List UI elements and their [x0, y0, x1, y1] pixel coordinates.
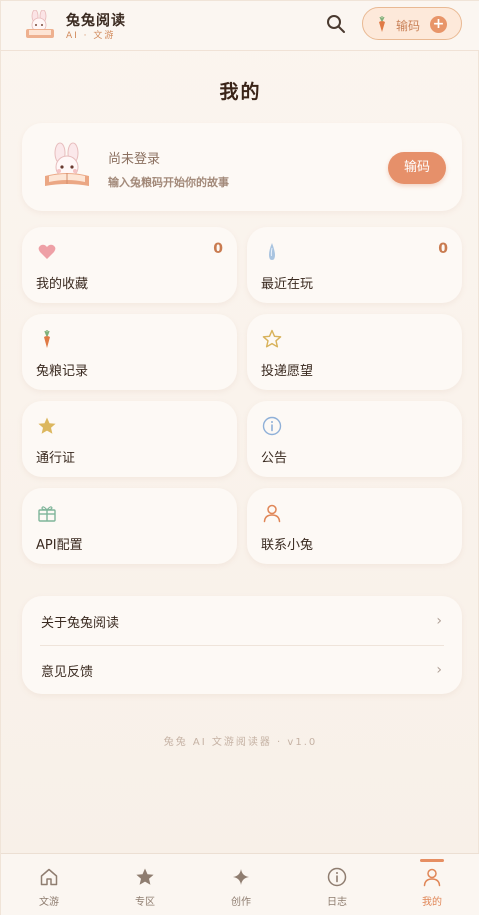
feedback-link[interactable]: 意见反馈 ›: [22, 645, 462, 694]
star-icon: [38, 417, 56, 434]
bunny-logo-icon: [26, 10, 54, 38]
sparkle-icon: [233, 869, 249, 885]
chevron-right-icon: ›: [436, 662, 442, 678]
header-code-label: 输码: [396, 19, 421, 33]
links-card: 关于兔兔阅读 › 意见反馈 ›: [22, 596, 462, 694]
plus-icon: +: [430, 16, 447, 33]
tile-label: 联系小兔: [261, 538, 314, 553]
carrot-icon: [44, 330, 50, 348]
tab-label: 我的: [422, 897, 442, 908]
tab-label: 创作: [231, 897, 251, 908]
app-header: 兔兔阅读 AI · 文游 输码 +: [1, 1, 479, 51]
app-subtitle: AI · 文游: [66, 31, 116, 41]
tile-pass[interactable]: 通行证: [22, 401, 237, 477]
tile-recent[interactable]: 0 最近在玩: [247, 227, 462, 303]
tab-label: 专区: [135, 897, 155, 908]
star-outline-icon: [262, 329, 282, 348]
info-icon: [262, 416, 282, 436]
home-icon: [40, 868, 58, 886]
tile-label: API配置: [36, 538, 83, 553]
tile-label: 通行证: [36, 451, 76, 466]
drop-icon: [269, 243, 275, 260]
app-name: 兔兔阅读: [66, 13, 126, 29]
tile-label: 最近在玩: [261, 277, 314, 292]
enter-code-button[interactable]: 输码: [388, 152, 446, 184]
gift-icon: [38, 506, 56, 522]
carrot-icon: [379, 16, 385, 32]
version-note: 兔兔 AI 文游阅读器 · v1.0: [163, 737, 318, 748]
star-icon: [136, 868, 154, 885]
page-title: 我的: [219, 81, 262, 103]
bottom-tab-bar: 文游 专区 创作 日志 我的: [1, 853, 479, 915]
recent-count: 0: [438, 241, 448, 257]
tab-rizhi[interactable]: 日志: [289, 854, 385, 915]
profile-name: 尚未登录: [108, 152, 161, 167]
favorites-count: 0: [213, 241, 223, 257]
tile-api-config[interactable]: API配置: [22, 488, 237, 564]
info-icon: [327, 867, 347, 887]
person-icon: [263, 504, 281, 523]
tile-label: 投递愿望: [261, 364, 314, 379]
chevron-right-icon: ›: [436, 613, 442, 629]
tab-wenyou[interactable]: 文游: [1, 854, 97, 915]
tile-label: 我的收藏: [36, 277, 89, 292]
tile-label: 公告: [261, 451, 288, 466]
heart-icon: [38, 244, 56, 259]
tile-announcement[interactable]: 公告: [247, 401, 462, 477]
profile-card: 尚未登录 输入兔粮码开始你的故事 输码: [22, 123, 462, 211]
tile-contact[interactable]: 联系小兔: [247, 488, 462, 564]
bunny-avatar-icon: [45, 142, 89, 186]
search-icon[interactable]: [324, 12, 348, 36]
profile-hint: 输入兔粮码开始你的故事: [108, 176, 229, 189]
link-label: 意见反馈: [41, 665, 94, 680]
tile-food-records[interactable]: 兔粮记录: [22, 314, 237, 390]
link-label: 关于兔兔阅读: [41, 616, 120, 631]
about-link[interactable]: 关于兔兔阅读 ›: [22, 596, 462, 645]
tab-chuangzuo[interactable]: 创作: [193, 854, 289, 915]
tab-zhuanqu[interactable]: 专区: [97, 854, 193, 915]
page: 兔兔阅读 AI · 文游 输码 + 我的 尚未登录 输入兔粮码开始你的故事 输码…: [0, 0, 479, 915]
tab-wode[interactable]: 我的: [384, 854, 479, 915]
tile-favorites[interactable]: 0 我的收藏: [22, 227, 237, 303]
person-icon: [423, 868, 441, 887]
tab-label: 文游: [39, 897, 59, 908]
active-tab-indicator: [420, 859, 444, 862]
tile-label: 兔粮记录: [36, 364, 89, 379]
tab-label: 日志: [327, 897, 347, 908]
tile-wish[interactable]: 投递愿望: [247, 314, 462, 390]
header-code-button[interactable]: 输码 +: [362, 7, 462, 40]
